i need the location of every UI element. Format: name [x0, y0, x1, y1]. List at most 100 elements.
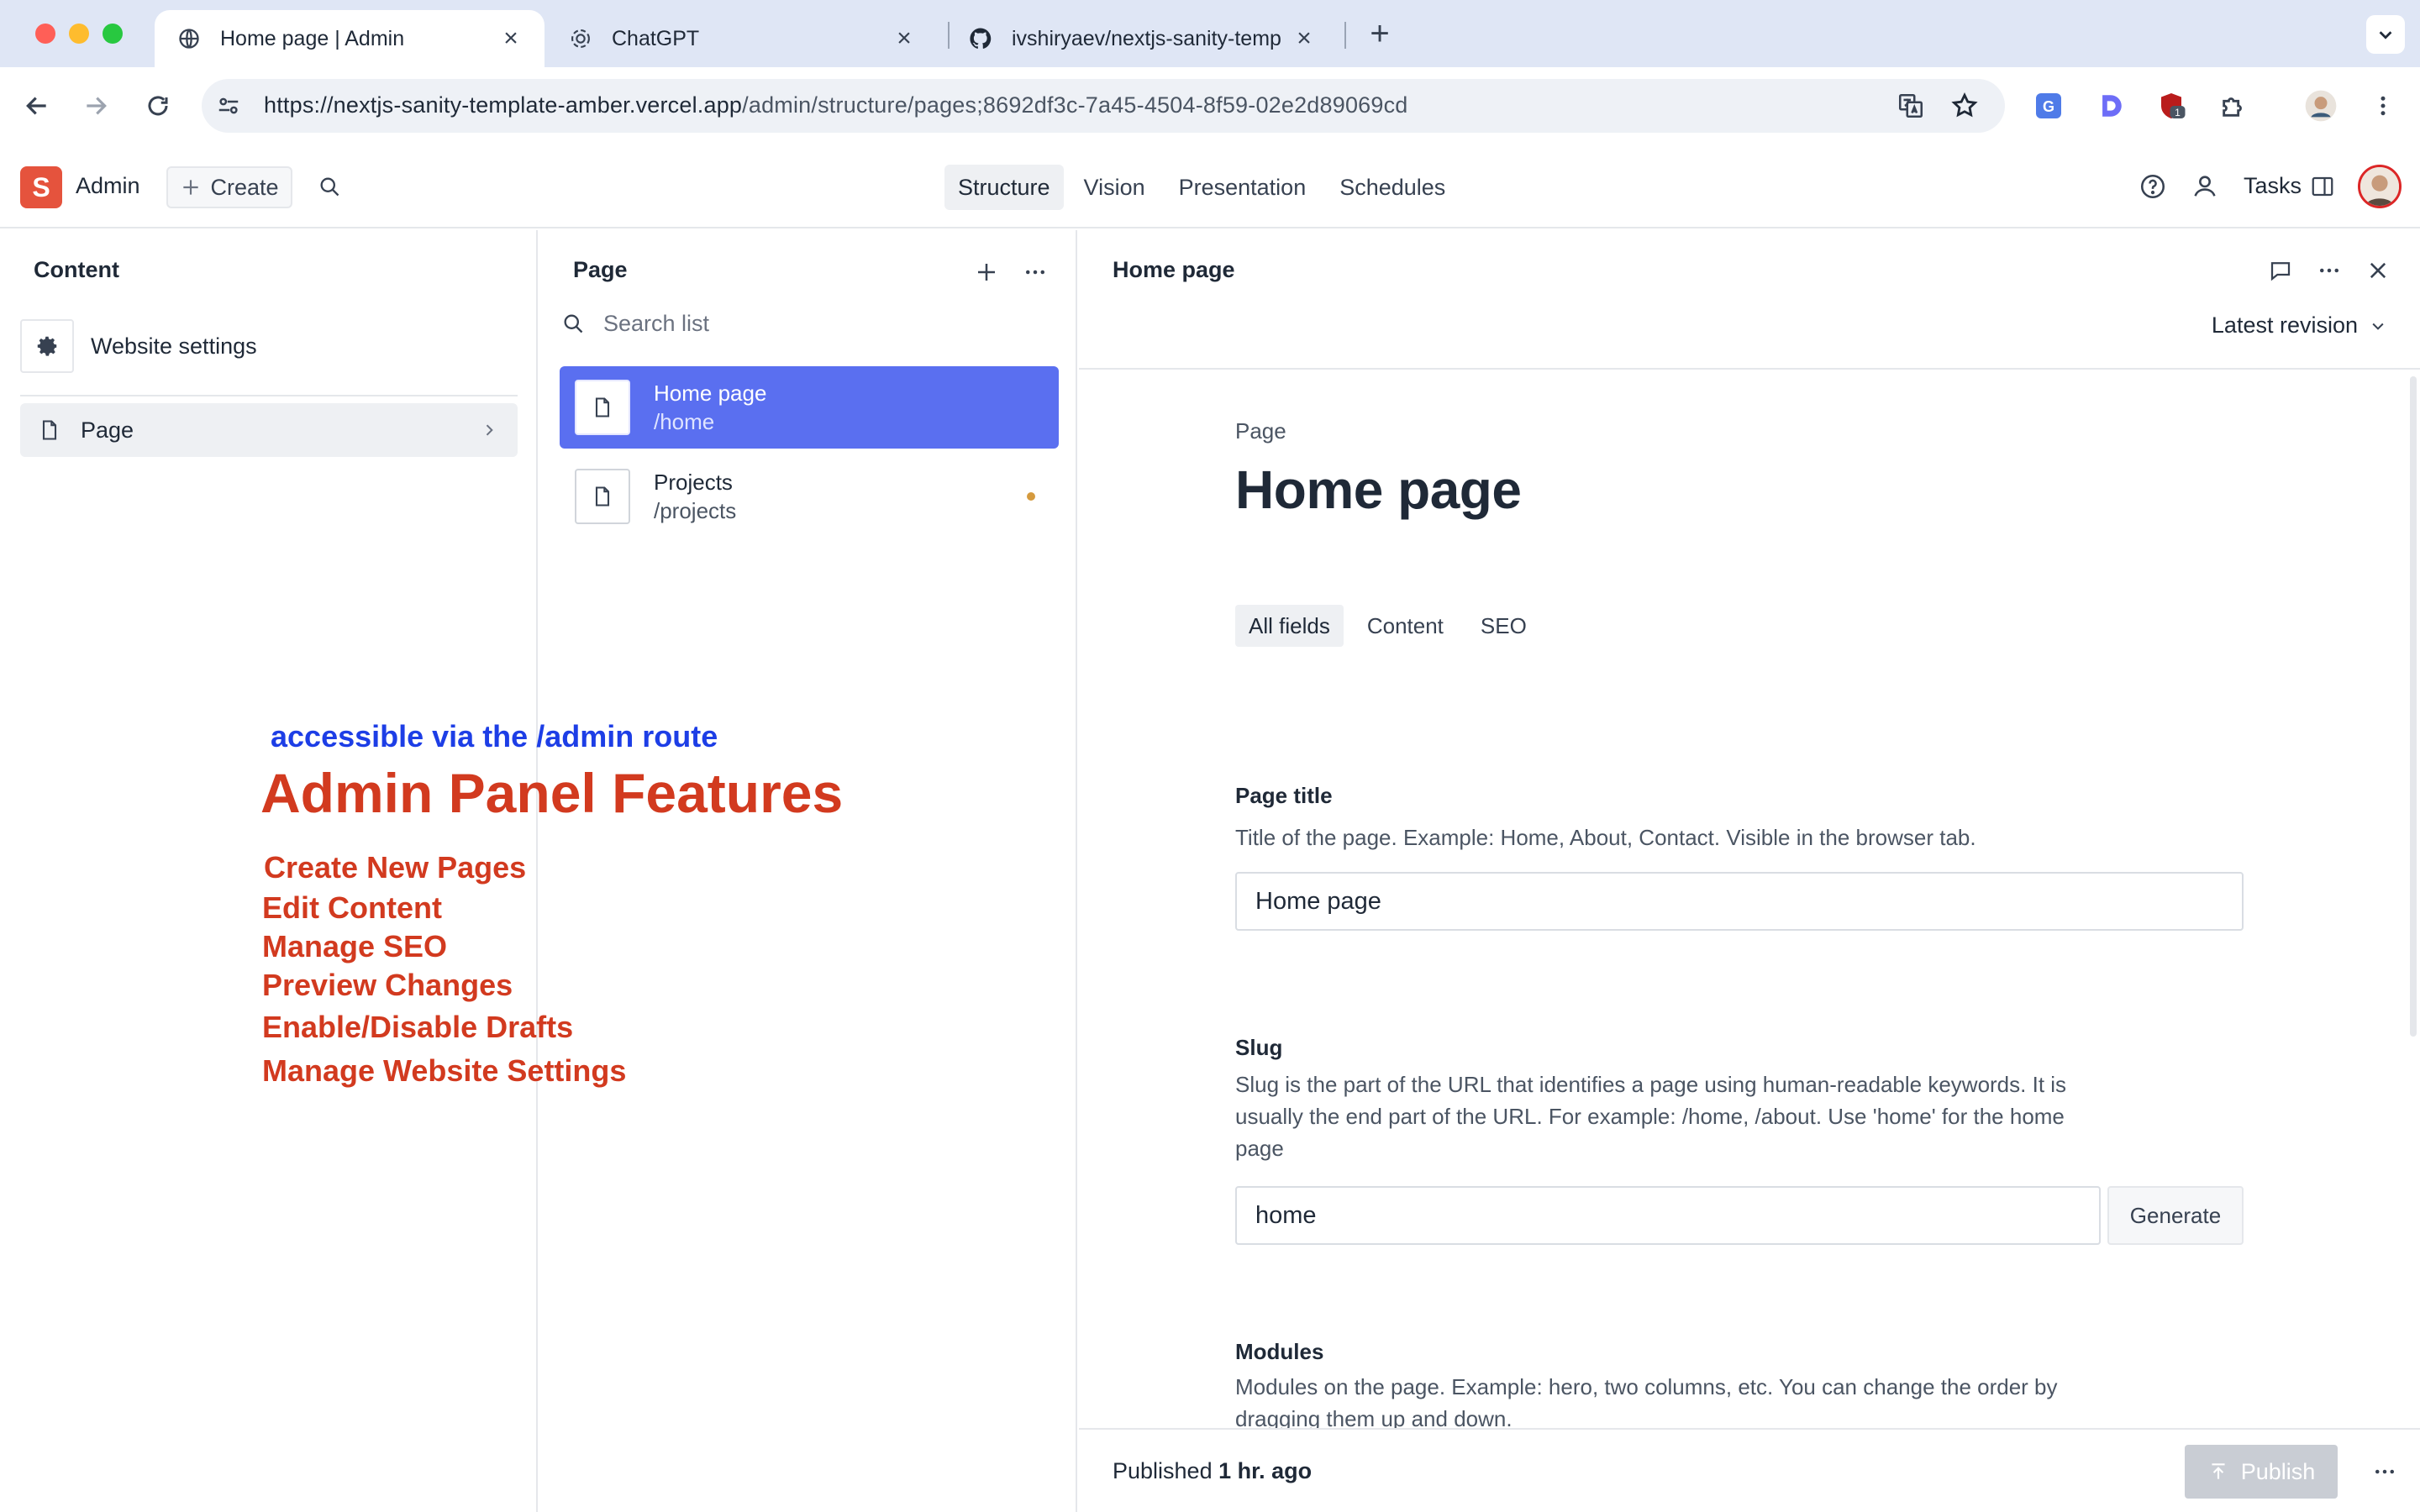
scrollbar[interactable]: [2410, 376, 2417, 1037]
tab-title: ivshiryaev/nextjs-sanity-temp: [1012, 26, 1281, 50]
bookmark-star-icon[interactable]: [1948, 89, 1981, 123]
browser-menu-icon[interactable]: [2365, 87, 2402, 124]
tab-content[interactable]: Content: [1354, 605, 1457, 647]
url-text: https://nextjs-sanity-template-amber.ver…: [264, 92, 1408, 118]
profile-avatar[interactable]: [2302, 87, 2339, 124]
tab-seo[interactable]: SEO: [1467, 605, 1540, 647]
more-horizontal-icon[interactable]: [2368, 1455, 2402, 1488]
create-button[interactable]: Create: [166, 166, 292, 208]
tab-search-button[interactable]: [2366, 15, 2405, 54]
publish-icon: [2212, 1463, 2225, 1479]
sidebar-item-page[interactable]: Page: [20, 403, 518, 457]
sidebar-toggle-icon[interactable]: [2306, 170, 2339, 203]
revision-select[interactable]: Latest revision: [2212, 312, 2386, 339]
tool-vision[interactable]: Vision: [1071, 165, 1159, 210]
document-title: Home page: [654, 381, 767, 406]
site-settings-icon[interactable]: [213, 91, 244, 121]
document-icon: [37, 417, 62, 443]
close-window-button[interactable]: [35, 24, 55, 44]
generate-slug-button[interactable]: Generate: [2107, 1186, 2244, 1245]
chevron-down-icon: [2372, 323, 2384, 330]
forward-button[interactable]: [77, 87, 114, 124]
studio-logo[interactable]: S: [20, 166, 62, 208]
document-editor-pane: Home page Latest revision Page Home page…: [1079, 230, 2420, 1512]
puzzle-extensions-icon[interactable]: [2215, 87, 2252, 124]
page-label: Page: [81, 417, 134, 443]
document-row-projects[interactable]: Projects /projects: [560, 455, 1059, 538]
tool-schedules[interactable]: Schedules: [1326, 165, 1459, 210]
svg-text:1: 1: [2175, 107, 2181, 118]
list-menu-button[interactable]: [1018, 255, 1052, 289]
address-bar[interactable]: https://nextjs-sanity-template-amber.ver…: [202, 79, 2005, 133]
comment-icon[interactable]: [2264, 254, 2297, 287]
draft-status-dot: [1027, 492, 1035, 501]
user-avatar[interactable]: [2358, 165, 2402, 208]
modules-label: Modules: [1235, 1339, 1324, 1364]
list-search: [558, 301, 1062, 346]
document-type-label: Page: [1235, 418, 1286, 444]
search-icon: [558, 308, 588, 339]
d-extension-icon[interactable]: [2092, 87, 2129, 124]
browser-tab-github[interactable]: ivshiryaev/nextjs-sanity-temp ×: [946, 10, 1338, 67]
minimize-window-button[interactable]: [69, 24, 89, 44]
workspace-name[interactable]: Admin: [76, 173, 140, 199]
document-icon: [575, 380, 630, 435]
new-tab-button[interactable]: +: [1363, 15, 1397, 52]
divider: [20, 395, 518, 396]
feature-item: Preview Changes: [262, 968, 513, 1002]
feature-item: Edit Content: [262, 890, 442, 925]
shield-extension-icon[interactable]: 1: [2153, 87, 2190, 124]
tool-structure[interactable]: Structure: [944, 165, 1064, 210]
website-settings-item[interactable]: Website settings: [20, 319, 518, 373]
arrow-left-icon: [26, 97, 46, 115]
presence-icon[interactable]: [2188, 170, 2222, 203]
publish-button[interactable]: Publish: [2185, 1445, 2338, 1499]
tool-menu: Structure Vision Presentation Schedules: [944, 165, 1459, 210]
slug-description: Slug is the part of the URL that identif…: [1235, 1072, 2067, 1161]
global-search-button[interactable]: [314, 171, 345, 202]
studio-navbar: S Admin Create Structure Vision Presenta…: [0, 144, 2420, 228]
slug-label: Slug: [1235, 1035, 1283, 1060]
create-document-button[interactable]: [970, 255, 1003, 289]
slug-input[interactable]: [1235, 1186, 2101, 1245]
reload-button[interactable]: [139, 87, 176, 124]
close-icon[interactable]: ×: [892, 24, 916, 52]
tool-presentation[interactable]: Presentation: [1165, 165, 1320, 210]
document-title-heading: Home page: [1235, 459, 1522, 520]
google-translate-extension-icon[interactable]: G: [2030, 87, 2067, 124]
feature-item: Manage SEO: [262, 929, 448, 963]
chevron-right-icon: [479, 420, 499, 440]
close-icon[interactable]: ×: [499, 24, 523, 52]
pane-title: Page: [573, 257, 628, 282]
close-icon[interactable]: ×: [1292, 24, 1316, 52]
browser-tab-admin[interactable]: Home page | Admin ×: [155, 10, 544, 67]
plus-icon: [978, 264, 995, 281]
browser-toolbar: https://nextjs-sanity-template-amber.ver…: [0, 67, 2420, 144]
page-title-input[interactable]: [1235, 872, 2244, 931]
tab-all-fields[interactable]: All fields: [1235, 605, 1344, 647]
tasks-button[interactable]: Tasks: [2244, 173, 2302, 199]
document-row-home[interactable]: Home page /home: [560, 366, 1059, 449]
back-button[interactable]: [18, 87, 55, 124]
tab-separator: [1344, 22, 1346, 49]
close-icon[interactable]: [2361, 254, 2395, 287]
maximize-window-button[interactable]: [103, 24, 123, 44]
more-horizontal-icon[interactable]: [2312, 254, 2346, 287]
overlay-subtitle: accessible via the /admin route: [271, 719, 718, 753]
feature-item: Enable/Disable Drafts: [262, 1010, 574, 1044]
browser-tab-chatgpt[interactable]: ChatGPT ×: [546, 10, 938, 67]
github-icon: [968, 26, 993, 51]
translate-icon[interactable]: [1894, 89, 1928, 123]
document-title: Projects: [654, 470, 733, 495]
document-slug: /projects: [654, 498, 737, 523]
chevron-down-icon: [2379, 31, 2392, 39]
overlay-title: Admin Panel Features: [260, 762, 844, 824]
modules-description: Modules on the page. Example: hero, two …: [1235, 1374, 2058, 1428]
svg-text:G: G: [2043, 98, 2054, 115]
plus-icon: [183, 180, 199, 195]
search-list-input[interactable]: [603, 310, 1040, 337]
publish-status: Published 1 hr. ago: [1113, 1458, 1313, 1483]
feature-item: Create New Pages: [264, 850, 527, 885]
document-icon: [575, 469, 630, 524]
help-icon[interactable]: [2136, 170, 2170, 203]
